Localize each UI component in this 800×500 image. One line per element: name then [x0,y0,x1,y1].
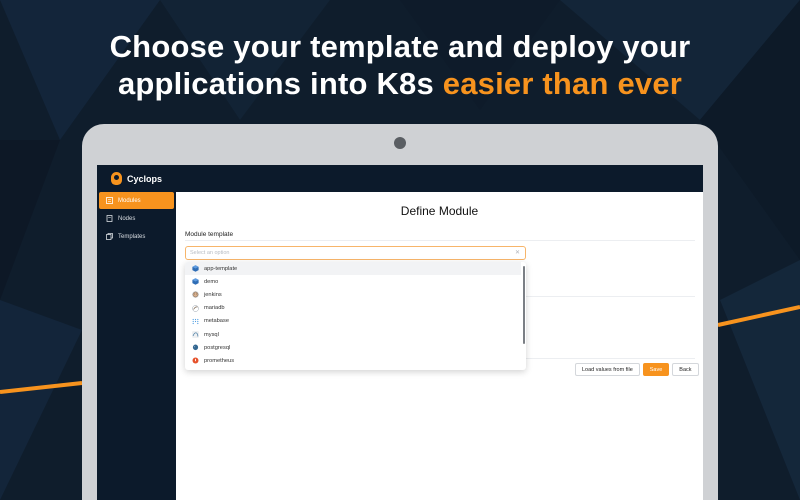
top-bar: Cyclops [97,165,703,192]
sidebar: Modules Nodes Templates [97,192,176,500]
headline-line-1: Choose your template and deploy your [109,29,691,64]
metabase-icon [192,318,199,325]
option-label: mariadb [204,305,225,312]
headline-line-2: applications into K8s easier than ever [0,65,800,102]
dropdown-scrollbar[interactable] [522,266,525,344]
sidebar-item-label: Templates [118,233,146,240]
select-placeholder: Select an option [190,250,230,256]
save-button[interactable]: Save [642,363,670,376]
modules-icon [106,197,113,204]
cube-icon [192,278,199,285]
dropdown-option-app-template[interactable]: app-template [185,262,521,276]
mysql-icon [192,331,199,339]
dropdown-option-metabase[interactable]: metabase [185,315,521,328]
option-label: prometheus [204,357,235,364]
sidebar-item-templates[interactable]: Templates [99,228,174,245]
jenkins-icon [192,291,199,299]
sidebar-item-label: Modules [118,197,141,204]
headline-plain-text: applications into K8s [117,66,443,101]
back-button[interactable]: Back [672,363,699,376]
dropdown-option-prometheus[interactable]: prometheus [185,354,521,367]
headline-accent-text: easier than ever [442,66,683,101]
close-icon[interactable]: ✕ [515,249,520,256]
camera-dot [394,137,406,149]
sidebar-item-modules[interactable]: Modules [99,192,174,209]
mariadb-icon [192,304,199,312]
templates-icon [106,233,113,240]
load-values-button[interactable]: Load values from file [575,363,640,376]
tablet-frame: Cyclops Modules Nodes Templates Define M… [82,124,718,500]
sidebar-item-nodes[interactable]: Nodes [99,210,174,227]
page-title: Define Module [400,204,479,218]
dropdown-option-jenkins[interactable]: jenkins [185,288,521,301]
module-template-label: Module template [185,231,234,238]
option-label: app-template [204,265,238,272]
dropdown-option-postgresql[interactable]: postgresql [185,341,521,354]
app-screen: Cyclops Modules Nodes Templates Define M… [97,165,703,500]
divider [185,240,695,241]
dropdown-option-mariadb[interactable]: mariadb [185,302,521,315]
nodes-icon [106,215,113,222]
cyclops-logo-icon [111,172,122,185]
module-template-select[interactable]: Select an option ✕ [185,246,526,260]
cube-icon [192,265,199,272]
sidebar-item-label: Nodes [118,215,136,222]
prometheus-icon [192,357,199,364]
template-dropdown: app-template demo jenkins mariadb metaba… [185,262,526,370]
main-content: Define Module Module template Select an … [176,192,703,500]
app-name[interactable]: Cyclops [127,174,162,184]
headline: Choose your template and deploy your app… [0,28,800,102]
dropdown-option-demo[interactable]: demo [185,275,521,288]
option-label: jenkins [204,291,222,298]
option-label: demo [204,278,219,285]
form-actions: Load values from file Save Back [575,363,699,376]
option-label: mysql [204,331,219,338]
postgresql-icon [192,344,199,351]
option-label: metabase [204,318,229,325]
option-label: postgresql [204,344,231,351]
dropdown-option-mysql[interactable]: mysql [185,328,521,341]
